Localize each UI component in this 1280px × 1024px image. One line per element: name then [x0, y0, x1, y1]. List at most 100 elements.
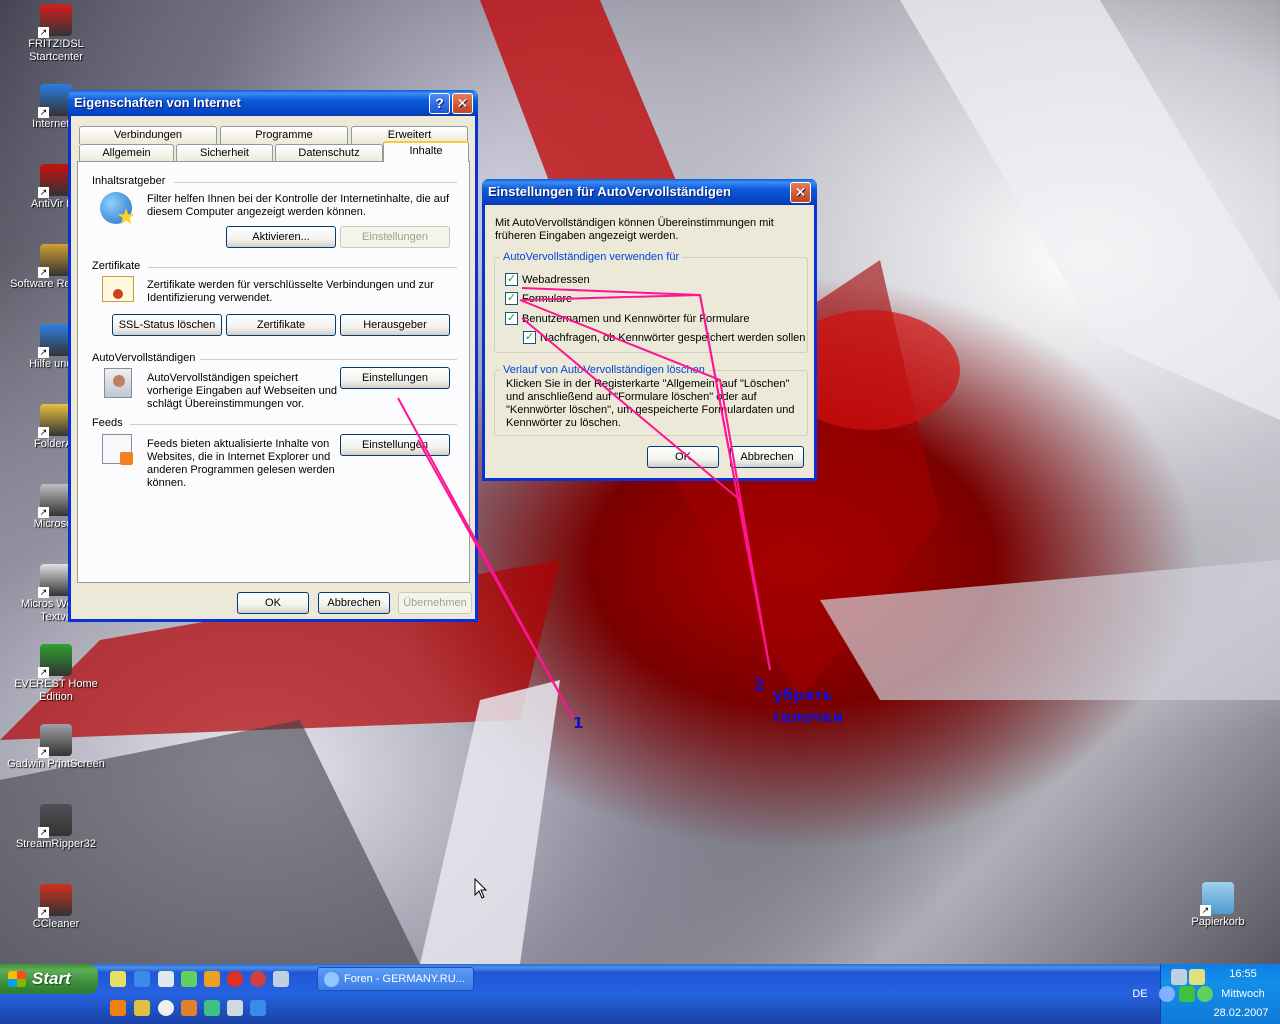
autocomplete-divider: [200, 359, 457, 360]
feeds-icon: [102, 434, 133, 465]
autocomplete-ok-button[interactable]: OK: [647, 446, 719, 468]
checkbox-webaddresses[interactable]: ✓: [505, 273, 518, 286]
autocomplete-title: AutoVervollständigen: [92, 352, 196, 364]
desktop-icon-label: EVEREST Home Edition: [14, 678, 98, 703]
autocomplete-dialog-title: Einstellungen für AutoVervollständigen: [488, 184, 731, 199]
window-title: Eigenschaften von Internet: [74, 95, 241, 110]
checkbox-webaddresses-label: Webadressen: [522, 274, 590, 286]
quicklaunch-network-icon[interactable]: [204, 1000, 220, 1016]
checkbox-usernames-passwords-label: Benutzernamen und Kennwörter für Formula…: [522, 313, 750, 325]
quicklaunch-player-icon[interactable]: [158, 1000, 174, 1016]
annotation-label-2: 2: [754, 676, 765, 694]
feeds-title: Feeds: [92, 417, 123, 429]
annotation-label-1: 1: [573, 714, 584, 732]
certificates-button[interactable]: Zertifikate: [226, 314, 336, 336]
desktop-icon[interactable]: FRITZ!DSL Startcenter: [6, 4, 106, 64]
ie-icon: [324, 972, 339, 987]
certificates-divider: [148, 267, 457, 268]
autocomplete-cancel-button[interactable]: Abbrechen: [730, 446, 804, 468]
desktop-icon[interactable]: StreamRipper32: [6, 804, 106, 851]
desktop-icon[interactable]: Gadwin PrintScreen: [6, 724, 106, 771]
mouse-cursor-icon: [474, 878, 488, 899]
ok-button[interactable]: OK: [237, 592, 309, 614]
ccleaner-icon: [38, 884, 72, 918]
certificates-title: Zertifikate: [92, 260, 141, 272]
tray-back-icon[interactable]: [1159, 986, 1175, 1002]
clock-time[interactable]: 16:55: [1209, 968, 1277, 980]
annotation-note-line2: галочки: [773, 708, 844, 726]
certificates-text: Zertifikate werden für verschlüsselte Ve…: [147, 279, 434, 304]
quicklaunch-ie2-icon[interactable]: [250, 1000, 266, 1016]
help-button[interactable]: ?: [429, 93, 450, 114]
tab-inhalte[interactable]: Inhalte: [383, 141, 469, 162]
quicklaunch-cursor-icon[interactable]: [227, 1000, 243, 1016]
tray-network-icon[interactable]: [1171, 969, 1187, 985]
quicklaunch-show-desktop-icon[interactable]: [110, 971, 126, 987]
system-tray: 16:55 Mittwoch 28.02.2007: [1159, 964, 1280, 1024]
history-legend: Verlauf von AutoVervollständigen löschen: [500, 364, 708, 376]
feeds-divider: [130, 424, 457, 425]
checkbox-ask-save-passwords[interactable]: ✓: [523, 331, 536, 344]
checkbox-ask-save-passwords-label: Nachfragen, ob Kennwörter gespeichert we…: [540, 332, 806, 344]
desktop-icon-label: StreamRipper32: [15, 838, 97, 850]
apply-button[interactable]: Übernehmen: [398, 592, 472, 614]
close-button[interactable]: ✕: [452, 93, 473, 114]
desktop-icon-label: FRITZ!DSL Startcenter: [28, 38, 84, 63]
desktop-icon-label: Gadwin PrintScreen: [7, 758, 105, 770]
quicklaunch-vlc-icon[interactable]: [110, 1000, 126, 1016]
checkbox-forms[interactable]: ✓: [505, 292, 518, 305]
quicklaunch-ie-icon[interactable]: [134, 971, 150, 987]
start-button[interactable]: Start: [0, 964, 98, 994]
windows-logo-icon: [8, 971, 26, 987]
autocomplete-intro: Mit AutoVervollständigen können Übereins…: [495, 217, 774, 242]
tray-app-icon[interactable]: [1189, 969, 1205, 985]
taskbar: Start Foren - GERMANY.RU... DE 16:55 Mit…: [0, 964, 1280, 1024]
quicklaunch-gear-icon[interactable]: [181, 971, 197, 987]
internet-options-window: Eigenschaften von Internet ? ✕ Verbindun…: [68, 90, 478, 622]
content-advisor-text: Filter helfen Ihnen bei der Kontrolle de…: [147, 193, 450, 218]
tab-verbindungen[interactable]: Verbindungen: [79, 126, 217, 144]
quicklaunch-film-icon[interactable]: [181, 1000, 197, 1016]
tray-shield-icon[interactable]: [1179, 986, 1195, 1002]
content-advisor-icon: ★: [100, 192, 136, 228]
quicklaunch-app-icon[interactable]: [204, 971, 220, 987]
close-button[interactable]: ✕: [790, 182, 811, 203]
language-indicator[interactable]: DE: [1127, 988, 1153, 1000]
recycle-bin-icon: [1200, 882, 1234, 916]
annotation-note-line1: убрать: [773, 686, 833, 704]
publishers-button[interactable]: Herausgeber: [340, 314, 450, 336]
tab-sicherheit[interactable]: Sicherheit: [176, 144, 273, 162]
use-for-legend: AutoVervollständigen verwenden für: [500, 251, 683, 263]
tab-programme[interactable]: Programme: [220, 126, 348, 144]
checkbox-forms-label: Formulare: [522, 293, 573, 305]
autocomplete-dialog: Einstellungen für AutoVervollständigen ✕…: [482, 179, 817, 481]
autocomplete-dialog-titlebar[interactable]: Einstellungen für AutoVervollständigen ✕: [482, 179, 817, 205]
taskbar-button-forum[interactable]: Foren - GERMANY.RU...: [317, 967, 474, 991]
checkbox-usernames-passwords[interactable]: ✓: [505, 312, 518, 325]
ssl-clear-button[interactable]: SSL-Status löschen: [112, 314, 222, 336]
cancel-button[interactable]: Abbrechen: [318, 592, 390, 614]
recycle-bin-label: Papierkorb: [1191, 916, 1245, 928]
start-label: Start: [32, 969, 71, 988]
quicklaunch-search-icon[interactable]: [273, 971, 289, 987]
desktop-icon-label: CCleaner: [32, 918, 80, 930]
quicklaunch-tool-icon[interactable]: [134, 1000, 150, 1016]
tab-datenschutz[interactable]: Datenschutz: [275, 144, 383, 162]
internet-options-titlebar[interactable]: Eigenschaften von Internet ? ✕: [68, 90, 478, 116]
autocomplete-text: AutoVervollständigen speichert vorherige…: [147, 372, 337, 410]
feeds-settings-button[interactable]: Einstellungen: [340, 434, 450, 456]
tab-allgemein[interactable]: Allgemein: [79, 144, 174, 162]
enable-button[interactable]: Aktivieren...: [226, 226, 336, 248]
quicklaunch-opera-icon[interactable]: [227, 971, 243, 987]
quicklaunch-window-icon[interactable]: [158, 971, 174, 987]
inhalte-panel: Inhaltsratgeber ★ Filter helfen Ihnen be…: [77, 161, 470, 583]
quicklaunch-media-icon[interactable]: [250, 971, 266, 987]
content-advisor-divider: [174, 182, 457, 183]
desktop-icon[interactable]: CCleaner: [6, 884, 106, 931]
certificate-icon: [102, 276, 134, 302]
content-advisor-settings-button[interactable]: Einstellungen: [340, 226, 450, 248]
streamripper-icon: [38, 804, 72, 838]
desktop-icon[interactable]: EVEREST Home Edition: [6, 644, 106, 704]
recycle-bin[interactable]: Papierkorb: [1168, 882, 1268, 929]
autocomplete-settings-button[interactable]: Einstellungen: [340, 367, 450, 389]
